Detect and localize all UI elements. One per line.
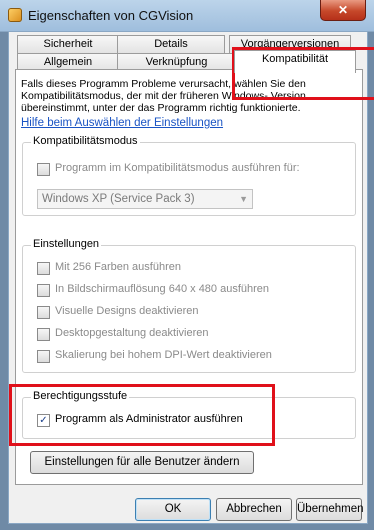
setting-desktop-composition-label: Desktopgestaltung deaktivieren — [55, 327, 209, 339]
setting-dpi-scaling-checkbox[interactable] — [37, 350, 50, 363]
cancel-button[interactable]: Abbrechen — [216, 498, 292, 521]
privilege-legend: Berechtigungsstufe — [31, 390, 130, 402]
properties-window: Eigenschaften von CGVision ✕ Sicherheit … — [0, 0, 374, 530]
tab-kompatibilitaet[interactable]: Kompatibilität — [234, 50, 356, 73]
app-icon — [8, 8, 22, 22]
chevron-down-icon: ▼ — [239, 194, 248, 204]
setting-visual-designs-checkbox[interactable] — [37, 306, 50, 319]
dialog-client-area: Sicherheit Details Vorgängerversionen Al… — [8, 31, 368, 524]
compat-mode-group: Kompatibilitätsmodus Programm im Kompati… — [22, 135, 356, 216]
settings-group: Einstellungen Mit 256 Farben ausführen I… — [22, 238, 356, 373]
tab-sicherheit[interactable]: Sicherheit — [17, 35, 119, 53]
close-button[interactable]: ✕ — [320, 0, 366, 21]
window-title: Eigenschaften von CGVision — [28, 8, 194, 23]
setting-640x480-label: In Bildschirmauflösung 640 x 480 ausführ… — [55, 283, 270, 295]
all-users-settings-button[interactable]: Einstellungen für alle Benutzer ändern — [30, 451, 254, 474]
compat-mode-select[interactable]: Windows XP (Service Pack 3) ▼ — [37, 189, 253, 209]
ok-button[interactable]: OK — [135, 498, 211, 521]
compat-mode-checkbox-label: Programm im Kompatibilitätsmodus ausführ… — [55, 162, 300, 174]
setting-640x480-checkbox[interactable] — [37, 284, 50, 297]
help-link[interactable]: Hilfe beim Auswählen der Einstellungen — [21, 117, 223, 129]
compat-mode-select-value: Windows XP (Service Pack 3) — [42, 193, 195, 205]
apply-button[interactable]: Übernehmen — [296, 498, 363, 521]
run-as-admin-label: Programm als Administrator ausführen — [55, 413, 243, 425]
compat-mode-checkbox[interactable] — [37, 163, 50, 176]
setting-256-colors-checkbox[interactable] — [37, 262, 50, 275]
tab-details[interactable]: Details — [117, 35, 225, 53]
setting-visual-designs-label: Visuelle Designs deaktivieren — [55, 305, 199, 317]
title-bar[interactable]: Eigenschaften von CGVision ✕ — [0, 0, 374, 32]
setting-256-colors-label: Mit 256 Farben ausführen — [55, 261, 181, 273]
setting-dpi-scaling-label: Skalierung bei hohem DPI-Wert deaktivier… — [55, 349, 272, 361]
privilege-group: Berechtigungsstufe ✓ Programm als Admini… — [22, 390, 356, 439]
compat-mode-legend: Kompatibilitätsmodus — [31, 135, 140, 147]
tab-panel-kompatibilitaet: Falls dieses Programm Probleme verursach… — [15, 69, 363, 485]
intro-text: Falls dieses Programm Probleme verursach… — [21, 78, 306, 114]
setting-desktop-composition-checkbox[interactable] — [37, 328, 50, 341]
run-as-admin-checkbox[interactable]: ✓ — [37, 414, 50, 427]
settings-legend: Einstellungen — [31, 238, 102, 250]
